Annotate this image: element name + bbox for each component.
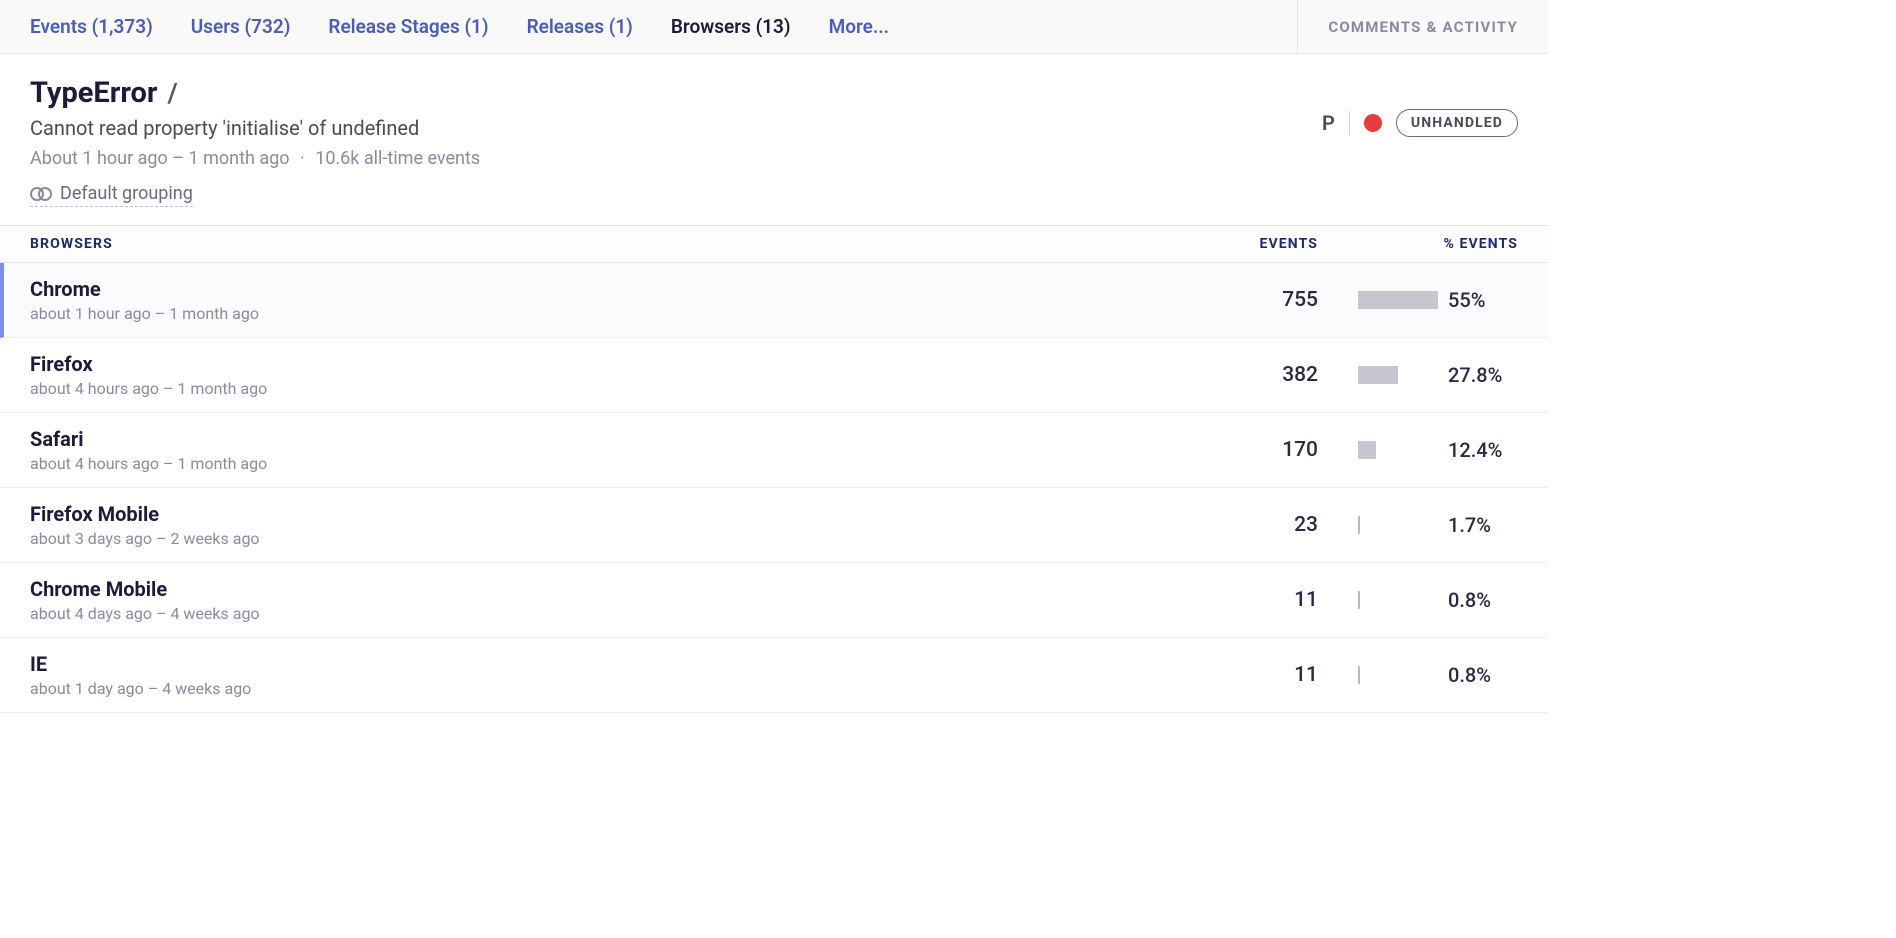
pct-bar-wrap: [1358, 516, 1438, 534]
table-row[interactable]: Firefox about 4 hours ago – 1 month ago38…: [0, 338, 1548, 413]
error-meta: About 1 hour ago – 1 month ago · 10.6k a…: [30, 148, 1518, 169]
error-type: TypeError: [30, 76, 158, 110]
row-events-count: 382: [1168, 363, 1318, 387]
grouping-button[interactable]: Default grouping: [30, 183, 193, 207]
row-pct-cell: 27.8%: [1318, 363, 1518, 387]
table-row[interactable]: IE about 1 day ago – 4 weeks ago11 0.8%: [0, 638, 1548, 713]
column-events[interactable]: EVENTS: [1168, 236, 1318, 252]
row-time-range: about 1 hour ago – 1 month ago: [30, 304, 1168, 323]
row-pct-cell: 0.8%: [1318, 663, 1518, 687]
row-time-range: about 4 hours ago – 1 month ago: [30, 379, 1168, 398]
error-header: TypeError / Cannot read property 'initia…: [0, 54, 1548, 225]
error-path: /: [168, 77, 178, 109]
pct-label: 0.8%: [1448, 663, 1491, 687]
meta-separator: ·: [300, 148, 305, 169]
pct-label: 12.4%: [1448, 438, 1502, 462]
row-time-range: about 4 days ago – 4 weeks ago: [30, 604, 1168, 623]
table-header: BROWSERS EVENTS % EVENTS: [0, 225, 1548, 263]
row-browser-name: Safari: [30, 427, 1168, 451]
row-main: Firefox about 4 hours ago – 1 month ago: [30, 352, 1168, 398]
error-message: Cannot read property 'initialise' of und…: [30, 116, 1518, 140]
tab-browsers[interactable]: Browsers (13): [671, 15, 791, 38]
pct-bar-wrap: [1358, 591, 1438, 609]
row-browser-name: Firefox: [30, 352, 1168, 376]
row-browser-name: IE: [30, 652, 1168, 676]
assignee-label[interactable]: P: [1322, 111, 1335, 135]
row-browser-name: Firefox Mobile: [30, 502, 1168, 526]
pct-bar: [1358, 291, 1438, 309]
row-browser-name: Chrome: [30, 277, 1168, 301]
row-browser-name: Chrome Mobile: [30, 577, 1168, 601]
pct-bar: [1358, 666, 1360, 684]
row-main: Firefox Mobile about 3 days ago – 2 weeks…: [30, 502, 1168, 548]
tab-releases[interactable]: Releases (1): [527, 15, 633, 38]
row-pct-cell: 12.4%: [1318, 438, 1518, 462]
table-row[interactable]: Chrome Mobile about 4 days ago – 4 weeks …: [0, 563, 1548, 638]
grouping-icon: [30, 186, 52, 202]
row-main: Chrome about 1 hour ago – 1 month ago: [30, 277, 1168, 323]
row-main: IE about 1 day ago – 4 weeks ago: [30, 652, 1168, 698]
row-time-range: about 1 day ago – 4 weeks ago: [30, 679, 1168, 698]
pct-bar: [1358, 516, 1360, 534]
browsers-table-body: Chrome about 1 hour ago – 1 month ago755 5…: [0, 263, 1548, 713]
table-row[interactable]: Chrome about 1 hour ago – 1 month ago755 5…: [0, 263, 1548, 338]
tab-users[interactable]: Users (732): [191, 15, 291, 38]
row-time-range: about 3 days ago – 2 weeks ago: [30, 529, 1168, 548]
table-row[interactable]: Firefox Mobile about 3 days ago – 2 weeks…: [0, 488, 1548, 563]
row-time-range: about 4 hours ago – 1 month ago: [30, 454, 1168, 473]
pct-bar: [1358, 441, 1376, 459]
row-main: Chrome Mobile about 4 days ago – 4 weeks …: [30, 577, 1168, 623]
row-events-count: 11: [1168, 663, 1318, 687]
pct-bar: [1358, 591, 1360, 609]
pct-bar-wrap: [1358, 291, 1438, 309]
row-main: Safari about 4 hours ago – 1 month ago: [30, 427, 1168, 473]
pct-bar-wrap: [1358, 441, 1438, 459]
row-pct-cell: 55%: [1318, 288, 1518, 312]
tab-more[interactable]: More...: [829, 15, 889, 38]
tabs-bar: Events (1,373) Users (732) Release Stage…: [0, 0, 1548, 54]
pct-label: 0.8%: [1448, 588, 1491, 612]
pct-bar-wrap: [1358, 666, 1438, 684]
comments-activity-link[interactable]: COMMENTS & ACTIVITY: [1297, 0, 1518, 53]
pct-label: 1.7%: [1448, 513, 1491, 537]
pct-label: 27.8%: [1448, 363, 1502, 387]
right-badges: P UNHANDLED: [1322, 109, 1518, 137]
pct-label: 55%: [1448, 288, 1485, 312]
pct-bar: [1358, 366, 1398, 384]
column-browsers[interactable]: BROWSERS: [30, 236, 1168, 252]
tab-events[interactable]: Events (1,373): [30, 15, 153, 38]
column-pct-events[interactable]: % EVENTS: [1318, 236, 1518, 252]
unhandled-badge: UNHANDLED: [1396, 109, 1518, 137]
row-pct-cell: 1.7%: [1318, 513, 1518, 537]
row-events-count: 23: [1168, 513, 1318, 537]
grouping-label: Default grouping: [60, 183, 193, 204]
tab-release-stages[interactable]: Release Stages (1): [328, 15, 488, 38]
severity-dot-icon[interactable]: [1364, 114, 1382, 132]
row-events-count: 170: [1168, 438, 1318, 462]
table-row[interactable]: Safari about 4 hours ago – 1 month ago170…: [0, 413, 1548, 488]
row-events-count: 755: [1168, 288, 1318, 312]
error-count: 10.6k all-time events: [315, 148, 480, 169]
error-time-range: About 1 hour ago – 1 month ago: [30, 148, 290, 169]
row-events-count: 11: [1168, 588, 1318, 612]
pct-bar-wrap: [1358, 366, 1438, 384]
divider: [1349, 111, 1350, 135]
row-pct-cell: 0.8%: [1318, 588, 1518, 612]
